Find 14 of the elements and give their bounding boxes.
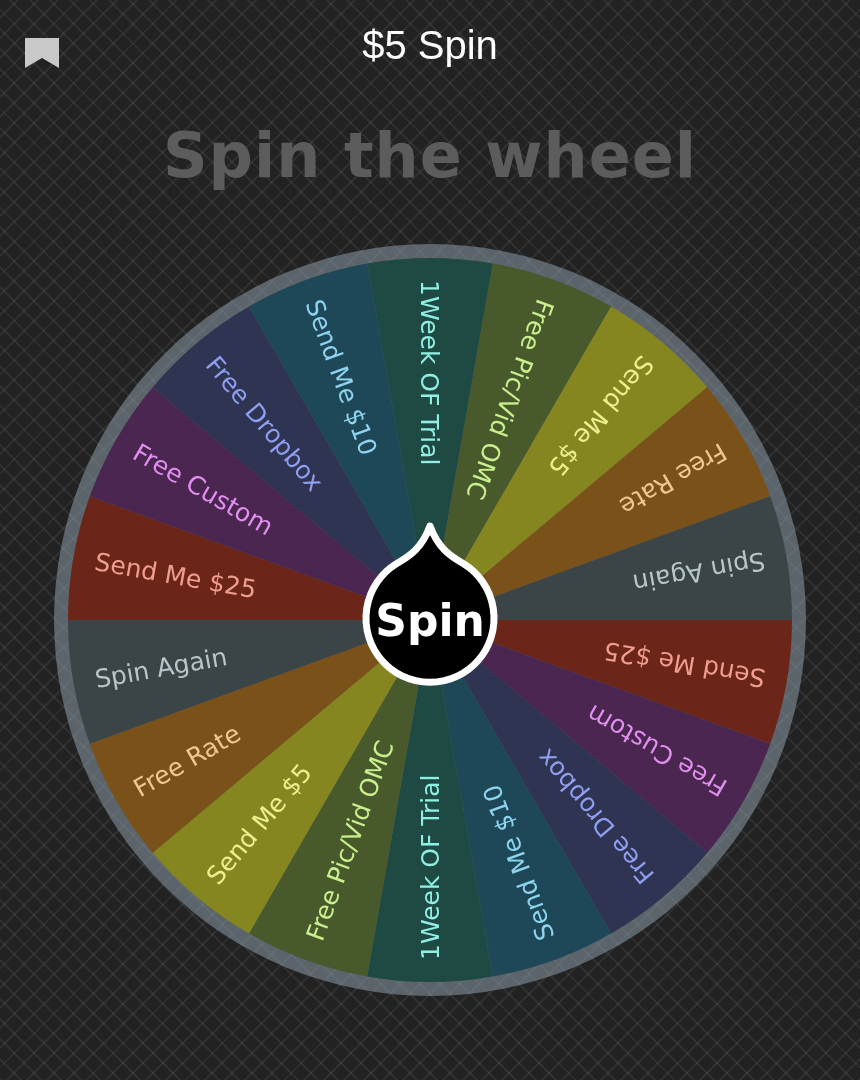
- segment-label: Send Me $10: [477, 780, 561, 945]
- page-title: $5 Spin: [362, 22, 498, 68]
- segment-label: 1Week OF Trial: [415, 280, 444, 466]
- segment-label: Spin Again: [630, 546, 768, 598]
- segment-label: Spin Again: [92, 642, 230, 694]
- segment-label: Free Rate: [614, 437, 732, 522]
- heading: Spin the wheel: [162, 118, 698, 192]
- segment-label: Free Rate: [128, 718, 246, 803]
- segment-label: Send Me $10: [299, 295, 383, 460]
- spin-button[interactable]: Spin: [362, 522, 498, 686]
- bookmark-icon[interactable]: [25, 38, 59, 68]
- segment-label: Send Me $25: [92, 547, 259, 605]
- segment-label: Send Me $25: [601, 635, 768, 693]
- segment-label: 1Week OF Trial: [416, 774, 445, 960]
